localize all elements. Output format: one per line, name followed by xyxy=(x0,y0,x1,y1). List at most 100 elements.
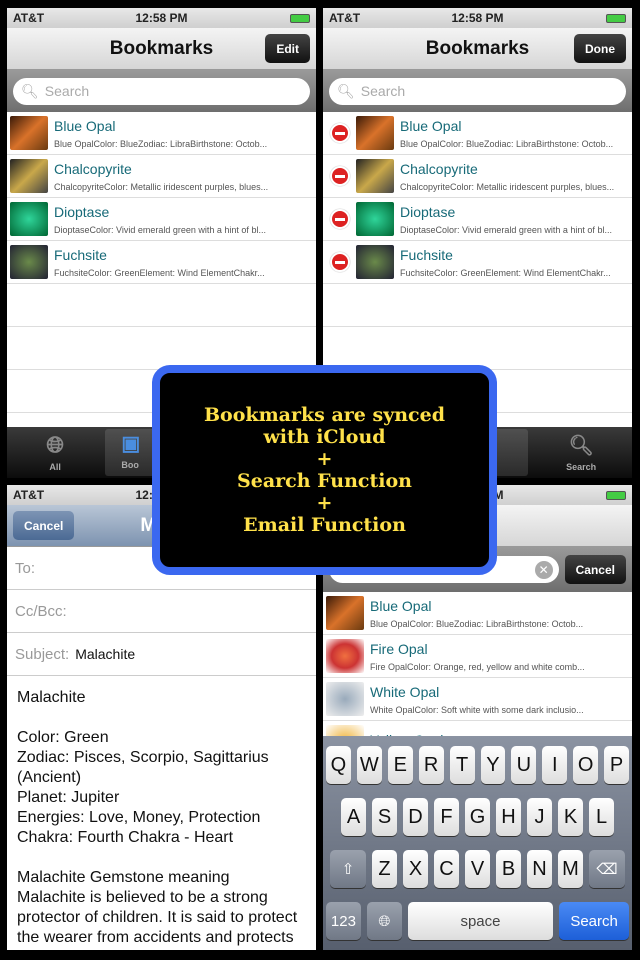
globe-key-icon[interactable]: 🌐︎ xyxy=(366,902,402,940)
key[interactable]: K xyxy=(558,798,583,836)
item-subtitle: Blue OpalColor: BlueZodiac: LibraBirthst… xyxy=(54,138,268,149)
gem-thumbnail xyxy=(356,116,394,150)
key[interactable]: Q xyxy=(325,746,351,784)
body-line: Planet: Jupiter xyxy=(17,789,120,806)
key[interactable]: X xyxy=(403,850,428,888)
body-line: Malachite is believed to be a strong pro… xyxy=(17,889,298,946)
edit-button[interactable]: Edit xyxy=(265,34,310,63)
cc-label: Cc/Bcc: xyxy=(15,602,67,620)
key[interactable]: U xyxy=(511,746,537,784)
body-line xyxy=(17,848,306,868)
key[interactable]: N xyxy=(527,850,552,888)
body-line: Malachite Gemstone meaning xyxy=(17,869,230,886)
gem-thumbnail xyxy=(10,245,48,279)
tab-search[interactable]: 🔍︎ Search xyxy=(530,427,632,478)
list-item[interactable]: Blue Opal Blue OpalColor: BlueZodiac: Lib… xyxy=(323,592,632,635)
clear-icon[interactable]: ✕ xyxy=(534,560,553,579)
to-label: To: xyxy=(15,559,36,577)
gem-thumbnail xyxy=(326,639,364,673)
key[interactable]: F xyxy=(434,798,459,836)
list-item[interactable]: Chalcopyrite ChalcopyriteColor: Metallic … xyxy=(323,155,632,198)
search-placeholder: Search xyxy=(360,83,406,99)
email-body[interactable]: Malachite Color: Green Zodiac: Pisces, Sco… xyxy=(7,676,316,950)
search-icon: 🔍︎ xyxy=(337,82,355,99)
list-item[interactable]: Chalcopyrite ChalcopyriteColor: Metallic … xyxy=(7,155,316,198)
key[interactable]: D xyxy=(403,798,428,836)
key[interactable]: O xyxy=(573,746,599,784)
key[interactable]: I xyxy=(542,746,568,784)
gem-thumbnail xyxy=(10,202,48,236)
key[interactable]: J xyxy=(527,798,552,836)
battery-icon xyxy=(606,13,626,23)
cancel-button[interactable]: Cancel xyxy=(564,555,626,584)
key[interactable]: H xyxy=(496,798,521,836)
list-item[interactable]: Fuchsite FuchsiteColor: GreenElement: Win… xyxy=(7,241,316,284)
item-subtitle: Blue OpalColor: BlueZodiac: LibraBirthst… xyxy=(400,138,614,149)
numbers-key[interactable]: 123 xyxy=(326,902,361,940)
item-subtitle: Blue OpalColor: BlueZodiac: LibraBirthst… xyxy=(370,618,584,629)
key[interactable]: P xyxy=(604,746,630,784)
book-icon: ▣ xyxy=(121,433,141,455)
keyboard: QWERTYUIOP ASDFGHJKL ⇧ Z X C V B N M ⌫ 123 🌐︎ sp… xyxy=(323,736,632,950)
body-line: Energies: Love, Money, Protection xyxy=(17,809,261,826)
list-item[interactable]: Dioptase DioptaseColor: Vivid emerald gre… xyxy=(7,198,316,241)
tab-label: Boo xyxy=(121,460,139,470)
subject-field[interactable]: Subject: Malachite xyxy=(7,633,316,676)
feature-callout: Bookmarks are synced with iCloud + Searc… xyxy=(152,365,497,575)
item-title: Chalcopyrite xyxy=(400,160,478,177)
key[interactable]: G xyxy=(465,798,490,836)
key[interactable]: B xyxy=(496,850,521,888)
delete-icon[interactable] xyxy=(330,123,350,143)
delete-icon[interactable] xyxy=(330,209,350,229)
search-key[interactable]: Search xyxy=(559,902,629,940)
key[interactable]: A xyxy=(341,798,366,836)
key[interactable]: V xyxy=(465,850,490,888)
space-key[interactable]: space xyxy=(407,902,554,940)
item-title: White Opal xyxy=(370,683,440,700)
globe-icon: 🌐︎ xyxy=(46,432,64,457)
empty-row xyxy=(7,284,316,327)
key[interactable]: Z xyxy=(372,850,397,888)
list-item[interactable]: Dioptase DioptaseColor: Vivid emerald gre… xyxy=(323,198,632,241)
item-title: Blue Opal xyxy=(54,117,116,134)
key[interactable]: E xyxy=(387,746,413,784)
list-item[interactable]: Blue Opal Blue OpalColor: BlueZodiac: Lib… xyxy=(323,112,632,155)
page-title: Bookmarks xyxy=(425,37,530,59)
shift-key-icon[interactable]: ⇧ xyxy=(330,850,366,888)
tab-all[interactable]: 🌐︎ All xyxy=(7,427,103,478)
item-subtitle: ChalcopyriteColor: Metallic iridescent p… xyxy=(400,181,615,192)
tab-label: All xyxy=(49,462,61,472)
key[interactable]: M xyxy=(558,850,583,888)
search-input[interactable]: 🔍︎ Search xyxy=(329,77,626,105)
key[interactable]: T xyxy=(449,746,475,784)
cc-field[interactable]: Cc/Bcc: xyxy=(7,590,316,633)
done-button[interactable]: Done xyxy=(574,34,626,63)
key[interactable]: W xyxy=(356,746,382,784)
list-item[interactable]: Fuchsite FuchsiteColor: GreenElement: Win… xyxy=(323,241,632,284)
cancel-button[interactable]: Cancel xyxy=(13,511,75,540)
backspace-key-icon[interactable]: ⌫ xyxy=(589,850,625,888)
tab-label: Search xyxy=(566,462,597,472)
item-title: Dioptase xyxy=(54,203,110,220)
list-item[interactable]: White Opal White OpalColor: Soft white wi… xyxy=(323,678,632,721)
gem-thumbnail xyxy=(10,116,48,150)
status-bar: AT&T 12:58 PM xyxy=(7,8,316,28)
gem-thumbnail xyxy=(326,682,364,716)
key[interactable]: L xyxy=(589,798,614,836)
delete-icon[interactable] xyxy=(330,252,350,272)
empty-row xyxy=(7,327,316,370)
body-line: Color: Green xyxy=(17,729,109,746)
item-subtitle: Fire OpalColor: Orange, red, yellow and … xyxy=(370,661,585,672)
search-icon: 🔍︎ xyxy=(21,82,39,99)
body-line: Zodiac: Pisces, Scorpio, Sagittarius (An… xyxy=(17,749,269,786)
key[interactable]: S xyxy=(372,798,397,836)
key[interactable]: Y xyxy=(480,746,506,784)
gem-thumbnail xyxy=(356,202,394,236)
search-input[interactable]: 🔍︎ Search xyxy=(13,77,310,105)
clock: 12:58 PM xyxy=(135,11,188,25)
delete-icon[interactable] xyxy=(330,166,350,186)
list-item[interactable]: Fire Opal Fire OpalColor: Orange, red, ye… xyxy=(323,635,632,678)
key[interactable]: R xyxy=(418,746,444,784)
list-item[interactable]: Blue Opal Blue OpalColor: BlueZodiac: Lib… xyxy=(7,112,316,155)
key[interactable]: C xyxy=(434,850,459,888)
